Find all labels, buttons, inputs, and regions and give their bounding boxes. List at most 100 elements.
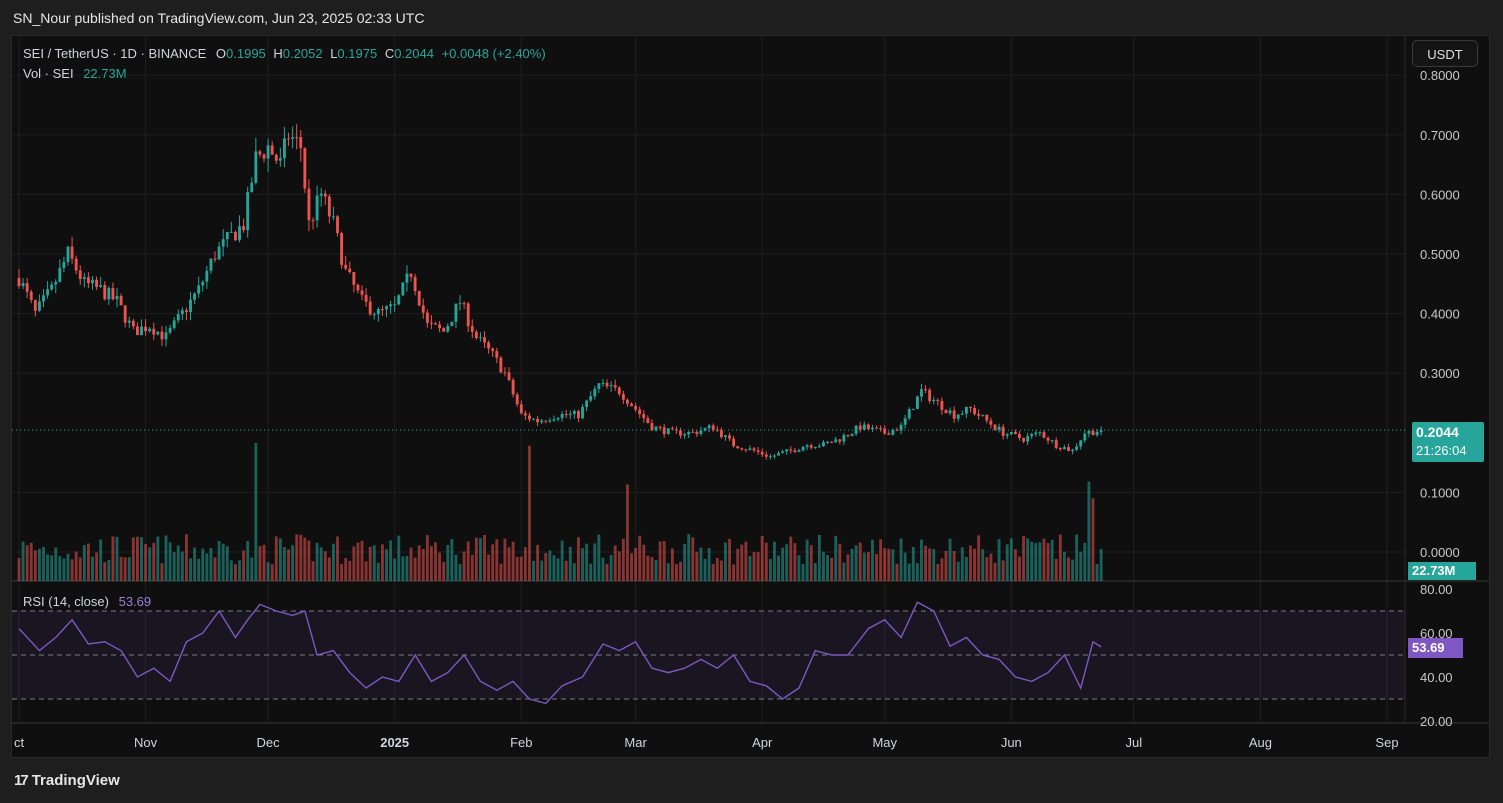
candle-body (981, 414, 985, 416)
last-price-value: 0.2044 (1416, 424, 1459, 440)
volume-bar (544, 553, 548, 581)
candle-body (103, 285, 107, 300)
candle-body (507, 372, 511, 380)
volume-bar (805, 539, 809, 581)
volume-bar (997, 539, 1001, 581)
candle-body (687, 431, 691, 435)
volume-bar (940, 558, 944, 581)
volume-bar (1087, 481, 1091, 581)
candle-body (262, 154, 266, 159)
candle-body (360, 290, 364, 295)
volume-bar (830, 557, 834, 581)
candle-body (111, 288, 115, 300)
volume-bar (1042, 538, 1046, 581)
volume-bar (1050, 539, 1054, 581)
candle-body (336, 216, 339, 234)
volume-bar (315, 542, 319, 581)
volume-bar (764, 542, 768, 581)
volume-bar (932, 549, 936, 581)
volume-bar (707, 548, 711, 581)
candle-body (875, 427, 878, 429)
volume-bar (740, 544, 744, 581)
candle-body (552, 419, 556, 421)
volume-bar (613, 545, 617, 581)
volume-bar (156, 536, 160, 581)
volume-bar (213, 557, 217, 581)
candle-body (389, 304, 393, 307)
volume-bar (1022, 536, 1025, 581)
volume-bar (299, 534, 303, 581)
candle-body (940, 400, 944, 411)
candle-body (601, 382, 605, 384)
volume-bar (511, 541, 515, 581)
volume-bar (442, 562, 446, 581)
change-value: +0.0048 (+2.40%) (441, 46, 546, 61)
candle-body (74, 258, 78, 271)
volume-bar (503, 538, 507, 581)
volume-bar (768, 558, 772, 581)
volume-bar (221, 543, 225, 581)
volume-bar (152, 542, 156, 581)
currency-button[interactable]: USDT (1412, 40, 1478, 67)
candle-body (556, 418, 560, 420)
volume-bar (638, 535, 642, 581)
volume-bar (515, 557, 519, 581)
candle-body (205, 270, 209, 282)
candle-body (78, 270, 82, 280)
symbol-label[interactable]: SEI / TetherUS · 1D · BINANCE (23, 46, 206, 61)
candle-body (626, 399, 629, 404)
candle-body (430, 322, 433, 324)
candle-body (883, 428, 887, 434)
candle-body (1075, 446, 1079, 450)
tradingview-logo-icon: 17 (14, 772, 29, 789)
volume-bar (879, 539, 883, 581)
candle-body (707, 425, 711, 429)
volume-bar (319, 547, 323, 581)
candle-body (948, 410, 952, 414)
volume-bar (193, 547, 197, 581)
candle-body (315, 195, 319, 221)
candle-body (1009, 432, 1013, 435)
volume-bar (115, 536, 119, 581)
volume-bar (760, 536, 764, 581)
volume-bar (964, 557, 968, 581)
volume-bar (360, 540, 364, 581)
candle-body (695, 431, 699, 435)
candle-body (670, 428, 674, 430)
candle-body (474, 331, 478, 338)
candle-body (989, 420, 993, 425)
volume-bar (609, 555, 613, 581)
volume-bar (862, 552, 866, 581)
candle-body (213, 258, 217, 260)
rsi-label[interactable]: RSI (14, close) (23, 594, 109, 609)
candle-body (540, 420, 544, 423)
candle-body (736, 446, 740, 449)
candle-body (368, 301, 372, 315)
candle-body (1005, 434, 1009, 436)
volume-bar (70, 559, 74, 581)
candle-body (189, 299, 192, 313)
candle-body (299, 137, 303, 149)
candle-body (254, 151, 258, 183)
tradingview-logo[interactable]: 17 TradingView (14, 772, 120, 789)
candle-body (581, 407, 584, 419)
candle-body (724, 435, 727, 438)
volume-bar (993, 562, 997, 581)
chart-canvas[interactable]: 0.8000 0.7000 0.6000 0.5000 0.4000 0.3000 0.10… (0, 0, 1503, 803)
candle-body (858, 425, 862, 430)
volume-bar (658, 541, 662, 581)
volume-bar (687, 534, 691, 581)
candle-body (964, 406, 968, 414)
volume-bar (107, 560, 111, 581)
volume-bar (944, 550, 948, 581)
volume-bar (568, 546, 572, 581)
volume-bar (1071, 559, 1074, 581)
high-value: 0.2052 (282, 46, 323, 61)
volume-bar (172, 552, 176, 581)
volume-bar (205, 553, 209, 581)
volume-bar (33, 550, 37, 581)
volume-label[interactable]: Vol · SEI (23, 66, 74, 81)
time-tick-label: Sep (1375, 735, 1398, 750)
volume-bar (474, 537, 478, 581)
candle-body (483, 337, 486, 343)
